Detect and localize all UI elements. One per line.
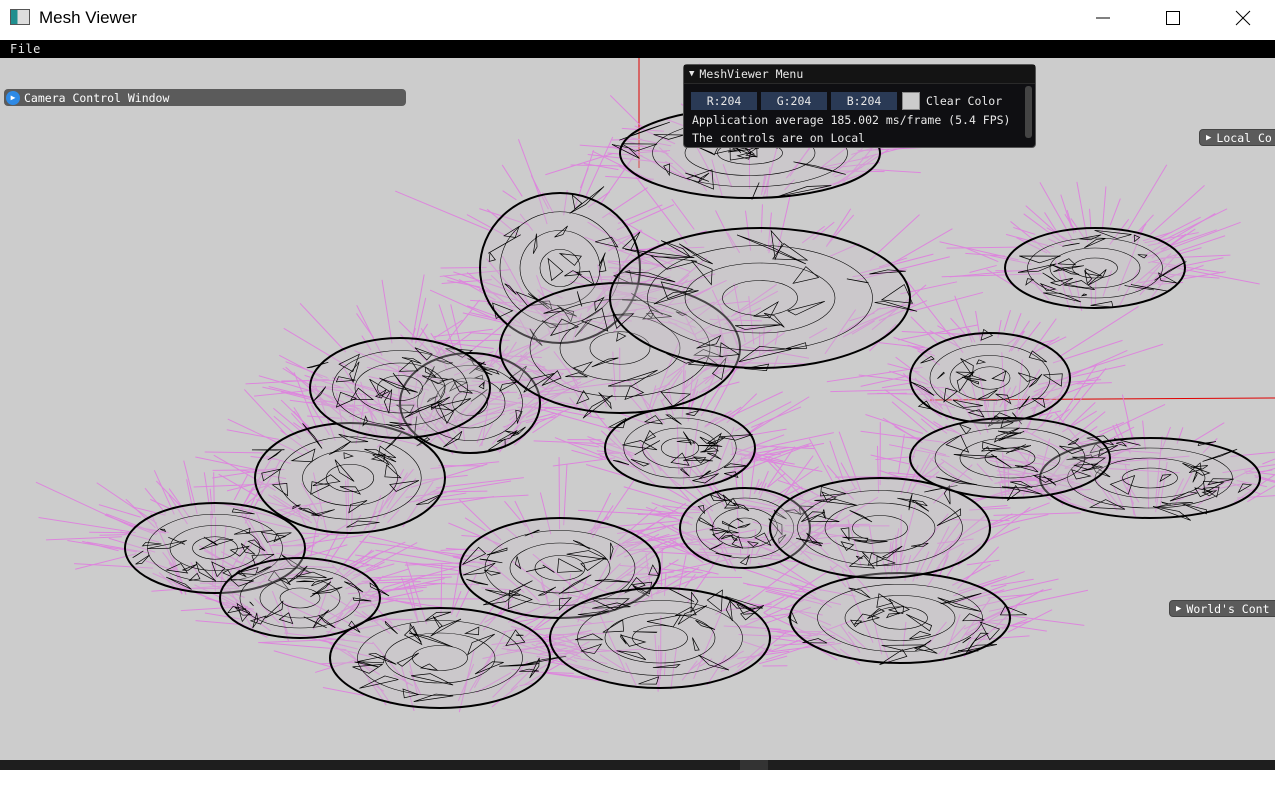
mesh-render[interactable] (0, 58, 1275, 760)
minimize-button[interactable] (1080, 0, 1126, 36)
menu-file[interactable]: File (10, 42, 41, 56)
menu-bar: File (0, 40, 1275, 58)
collapse-arrow-icon[interactable]: ▼ (689, 69, 694, 79)
fps-text: Application average 185.002 ms/frame (5.… (692, 113, 1011, 127)
title-bar: Mesh Viewer (0, 0, 1275, 40)
meshviewer-menu[interactable]: ▼ MeshViewer Menu R:204 G:204 B:204 Clea… (683, 64, 1036, 148)
close-button[interactable] (1220, 0, 1266, 36)
render-viewport[interactable]: ▶ Camera Control Window ▼ MeshViewer Men… (0, 58, 1275, 760)
maximize-button[interactable] (1150, 0, 1196, 36)
mesh-wireframe (124, 104, 1261, 709)
red-channel-input[interactable]: R:204 (691, 92, 757, 110)
expand-arrow-icon[interactable]: ▶ (1176, 604, 1181, 614)
meshviewer-menu-titlebar[interactable]: ▼ MeshViewer Menu (684, 65, 1035, 84)
meshviewer-menu-title: MeshViewer Menu (699, 67, 804, 81)
world-window-label: World's Cont (1186, 601, 1270, 616)
app-icon (10, 9, 30, 25)
blue-channel-input[interactable]: B:204 (831, 92, 897, 110)
close-icon (1235, 10, 1251, 26)
window-bottom-edge (0, 770, 1275, 789)
maximize-icon (1166, 11, 1180, 25)
expand-arrow-icon[interactable]: ▶ (6, 90, 20, 105)
local-controls-window[interactable]: ▶ Local Co (1199, 129, 1275, 146)
camera-control-window[interactable]: ▶ Camera Control Window (4, 89, 406, 106)
menu-scrollbar[interactable] (1025, 86, 1032, 138)
green-channel-input[interactable]: G:204 (761, 92, 827, 110)
camera-window-label: Camera Control Window (24, 90, 170, 105)
local-window-label: Local Co (1216, 130, 1272, 145)
bottom-bar (0, 760, 1275, 770)
window-title: Mesh Viewer (39, 8, 137, 27)
controls-text: The controls are on Local (692, 131, 866, 145)
bottom-scroll-thumb[interactable] (740, 760, 768, 770)
minimize-icon (1096, 17, 1110, 19)
world-controls-window[interactable]: ▶ World's Cont (1169, 600, 1275, 617)
clear-color-label: Clear Color (926, 94, 1003, 108)
clear-color-swatch[interactable] (902, 92, 920, 110)
expand-arrow-icon[interactable]: ▶ (1206, 133, 1211, 143)
